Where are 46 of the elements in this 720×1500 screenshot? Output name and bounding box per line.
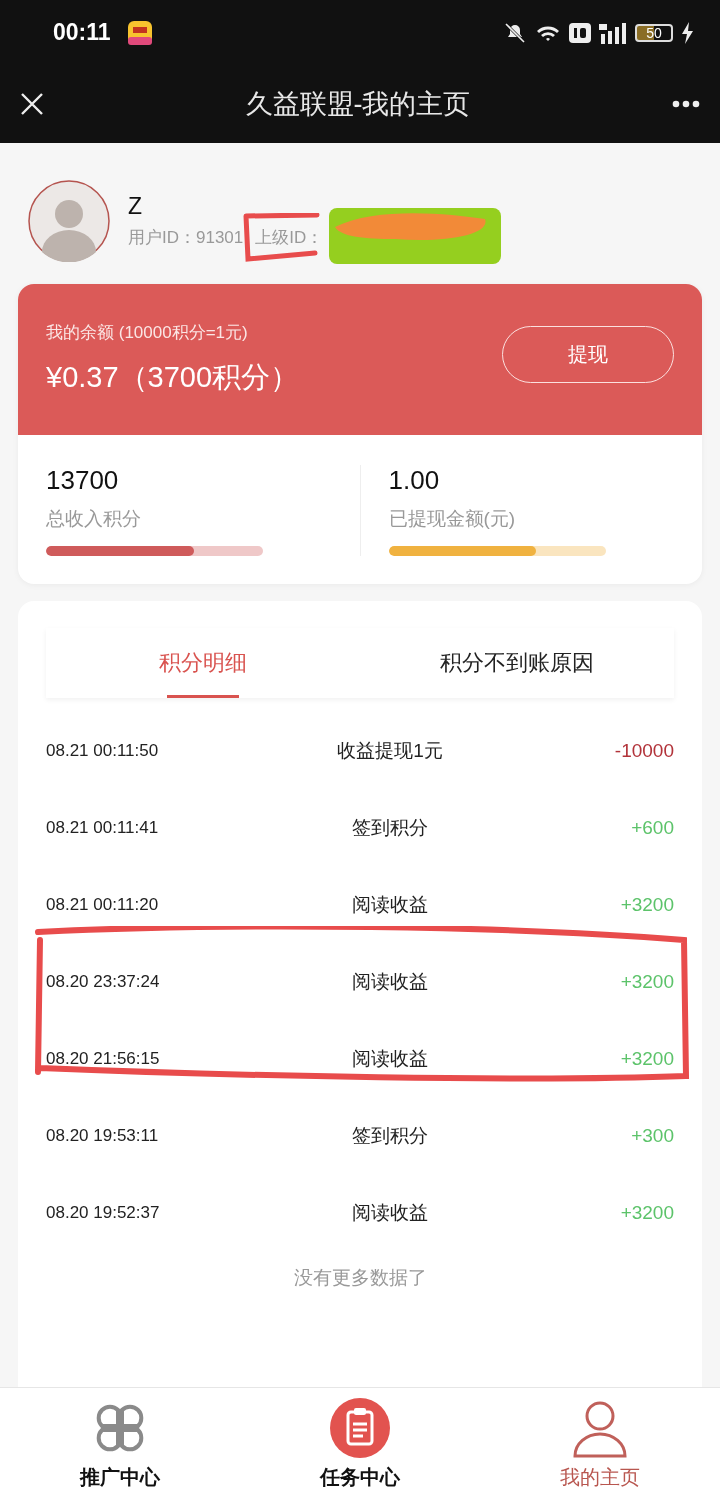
balance-amount: ¥0.37（3700积分） (46, 360, 301, 395)
record-title: 阅读收益 (351, 1200, 429, 1225)
record-title: 阅读收益 (351, 1046, 429, 1071)
record-title: 阅读收益 (351, 969, 429, 994)
end-of-list-text: 没有更多数据了 (292, 1266, 428, 1290)
stat-label: 总收入积分 (46, 507, 142, 531)
record-title: 签到积分 (351, 815, 429, 840)
record-title: 签到积分 (351, 1123, 429, 1148)
record-amount: +3200 (619, 970, 674, 993)
battery-level: 50 (635, 23, 673, 42)
record-time: 08.20 21:56:15 (46, 1048, 161, 1069)
record-amount: +600 (630, 816, 674, 839)
close-icon[interactable] (20, 92, 44, 116)
page-title: 久益联盟-我的主页 (244, 88, 472, 121)
record-title: 阅读收益 (351, 892, 429, 917)
record-time: 08.21 00:11:41 (46, 817, 160, 838)
nav-tab[interactable]: 推广中心 (0, 1388, 240, 1500)
stat-value: 1.00 (388, 465, 441, 496)
clipboard-icon (330, 1397, 390, 1458)
signal-icon (599, 21, 627, 44)
balance-label: 我的余额 (10000积分=1元) (46, 322, 249, 344)
record-time: 08.20 19:52:37 (46, 1202, 161, 1223)
record-time: 08.21 00:11:20 (46, 894, 160, 915)
record-time: 08.21 00:11:50 (46, 740, 160, 761)
parent-id-label: 上级ID： (255, 228, 324, 247)
clock-time: 00:11 (53, 19, 111, 46)
stat-value: 13700 (46, 465, 120, 496)
record-amount: +300 (630, 1124, 674, 1147)
user-id: 用户ID：91301 (128, 227, 244, 249)
user-name: Z (128, 193, 144, 220)
mute-icon (503, 20, 527, 45)
stat-label: 已提现金额(元) (388, 507, 517, 531)
tab[interactable]: 积分不到账原因 (360, 628, 674, 698)
charging-icon (681, 21, 694, 44)
record-amount: +3200 (619, 1201, 674, 1224)
record-amount: -10000 (613, 739, 674, 762)
nav-tab[interactable]: 任务中心 (240, 1388, 480, 1500)
record-amount: +3200 (619, 893, 674, 916)
record-time: 08.20 19:53:11 (46, 1125, 160, 1146)
tab[interactable]: 积分明细 (46, 628, 360, 698)
record-amount: +3200 (619, 1047, 674, 1070)
nav-tab[interactable]: 我的主页 (480, 1388, 720, 1500)
more-icon[interactable] (672, 100, 700, 108)
record-title: 收益提现1元 (336, 738, 444, 763)
app-notification-icon (126, 19, 153, 46)
record-time: 08.20 23:37:24 (46, 971, 161, 992)
